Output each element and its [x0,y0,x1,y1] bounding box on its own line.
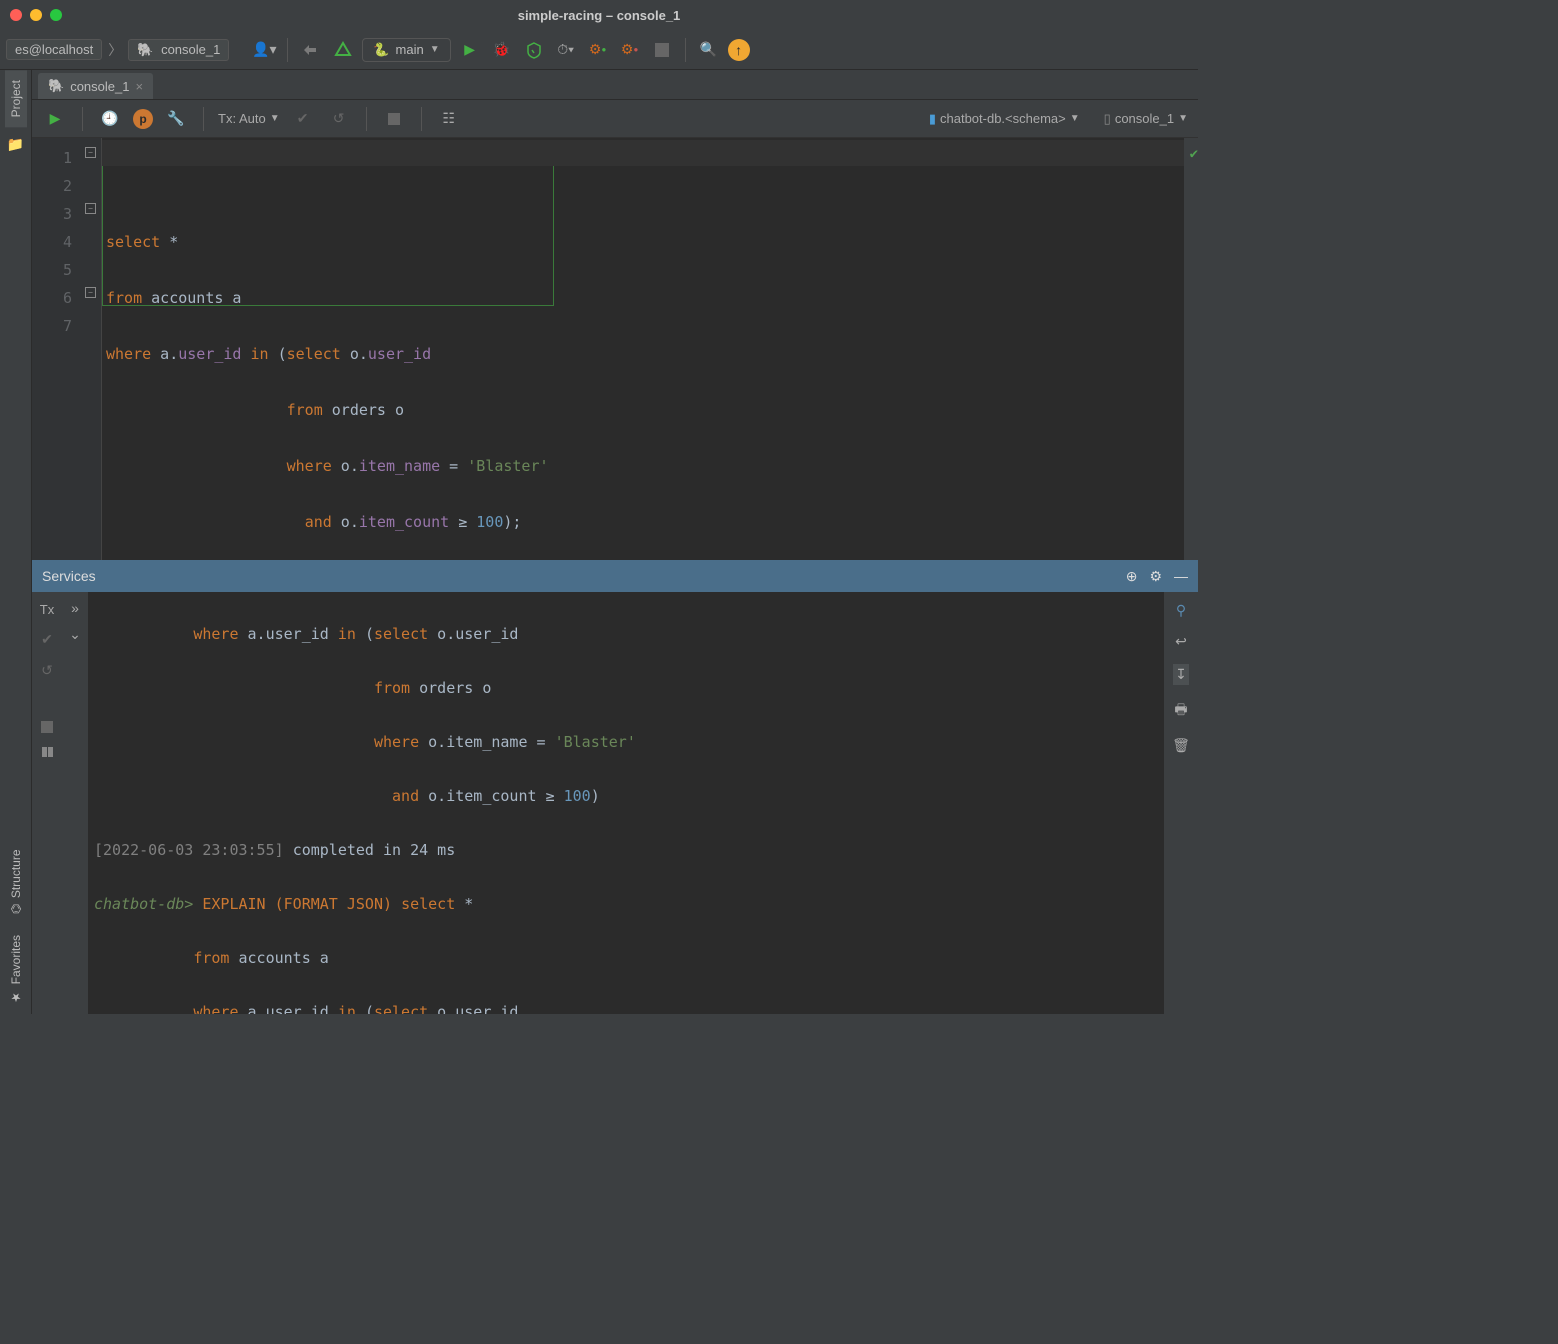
window-minimize[interactable] [30,9,42,21]
close-icon[interactable]: × [135,79,143,94]
run-config-select[interactable]: 🐍 main ▼ [362,38,450,62]
query-console-toolbar: ▶ 🕘 p 🔧 Tx: Auto▼ ✔ ↺ ☷ ▮ chatbot-db.<sc… [32,100,1198,138]
run-anything-icon[interactable]: ⚙● [585,37,611,63]
inspection-ok-icon[interactable]: ✔ [1190,146,1198,162]
attach-icon[interactable]: ⚙● [617,37,643,63]
schema-select[interactable]: ▮ chatbot-db.<schema>▼ [929,111,1080,127]
left-tool-stripe: Project 📁 ⌬Structure ★Favorites [0,70,32,1014]
scroll-end-icon[interactable]: ↧ [1173,664,1189,685]
cancel-query-icon[interactable] [381,106,407,132]
breadcrumb-2[interactable]: 🐘 console_1 [128,39,229,61]
structure-tool-tab[interactable]: ⌬Structure [5,839,27,924]
expand-icon[interactable]: » [71,600,79,616]
sql-editor[interactable]: 123 456 7 − − − select * from accounts a… [32,138,1198,560]
main-toolbar: es@localhost 〉 🐘 console_1 👤▾ 🐍 main ▼ ▶… [0,30,1198,70]
soft-wrap-icon[interactable]: ↩ [1175,633,1187,650]
trash-icon[interactable]: 🗑 [1172,737,1190,754]
postgres-icon: 🐘 [137,42,153,57]
tx-label[interactable]: Tx [40,602,54,617]
fold-marker[interactable]: − [85,147,96,158]
session-select[interactable]: ▯ console_1▼ [1104,111,1188,127]
apply-icon[interactable]: ✔ [41,631,53,648]
fold-marker[interactable]: − [85,287,96,298]
explain-plan-icon[interactable]: ☷ [436,106,462,132]
commit-icon[interactable]: ✔ [290,106,316,132]
line-number-gutter: 123 456 7 [32,138,82,560]
profile-button[interactable]: ⏱▾ [553,37,579,63]
window-title: simple-racing – console_1 [518,8,681,23]
chevron-down-icon[interactable]: ⌄ [69,626,81,643]
project-tool-tab[interactable]: Project [5,70,27,127]
build-icon[interactable] [330,37,356,63]
window-close[interactable] [10,9,22,21]
execute-button[interactable]: ▶ [42,106,68,132]
param-badge[interactable]: p [133,109,153,129]
services-right-toolbar: ⚲ ↩ ↧ 🖶 🗑 [1164,592,1198,1014]
debug-button[interactable]: 🐞 [489,37,515,63]
fold-marker[interactable]: − [85,203,96,214]
file-tab-console1[interactable]: 🐘 console_1 × [38,73,153,99]
editor-tabstrip: 🐘 console_1 × [32,70,1198,100]
tx-mode-select[interactable]: Tx: Auto▼ [218,111,280,126]
fold-gutter: − − − [82,138,102,560]
inspection-gutter: ✔ [1184,138,1198,560]
code-area[interactable]: select * from accounts a where a.user_id… [102,138,1184,560]
postgres-icon: 🐘 [48,78,64,94]
update-available-icon[interactable]: ↑ [728,39,750,61]
run-button[interactable]: ▶ [457,37,483,63]
services-left-toolbar-1: Tx ✔ ↺ [32,592,62,1014]
coverage-button[interactable] [521,37,547,63]
filter-icon[interactable]: ⚲ [1176,602,1186,619]
run-config-label: main [396,42,424,57]
vcs-icon[interactable] [298,37,324,63]
titlebar: simple-racing – console_1 [0,0,1198,30]
window-zoom[interactable] [50,9,62,21]
session-icon: ▯ [1104,111,1111,127]
services-left-toolbar-2: » ⌄ [62,592,88,1014]
breadcrumb-2-label: console_1 [161,42,220,57]
python-icon: 🐍 [373,42,389,58]
stop-icon[interactable] [41,721,53,733]
schema-icon: ▮ [929,111,936,127]
file-tab-label: console_1 [70,79,129,94]
project-folder-icon[interactable]: 📁 [3,131,29,157]
breadcrumb-sep: 〉 [108,40,122,60]
layout-icon[interactable] [42,747,53,757]
services-output[interactable]: where a.user_id in (select o.user_id fro… [88,592,1164,1014]
stop-button[interactable] [649,37,675,63]
services-title: Services [42,568,96,584]
favorites-tool-tab[interactable]: ★Favorites [5,925,27,1014]
revert-icon[interactable]: ↺ [41,662,53,679]
search-icon[interactable]: 🔍 [696,37,722,63]
chevron-down-icon: ▼ [430,44,440,55]
breadcrumb-1[interactable]: es@localhost [6,39,102,60]
print-icon[interactable]: 🖶 [1174,699,1187,723]
rollback-icon[interactable]: ↺ [326,106,352,132]
user-icon[interactable]: 👤▾ [251,37,277,63]
wrench-icon[interactable]: 🔧 [163,106,189,132]
history-icon[interactable]: 🕘 [97,106,123,132]
services-panel: Tx ✔ ↺ » ⌄ where a.user_id in (select o.… [32,592,1198,1014]
